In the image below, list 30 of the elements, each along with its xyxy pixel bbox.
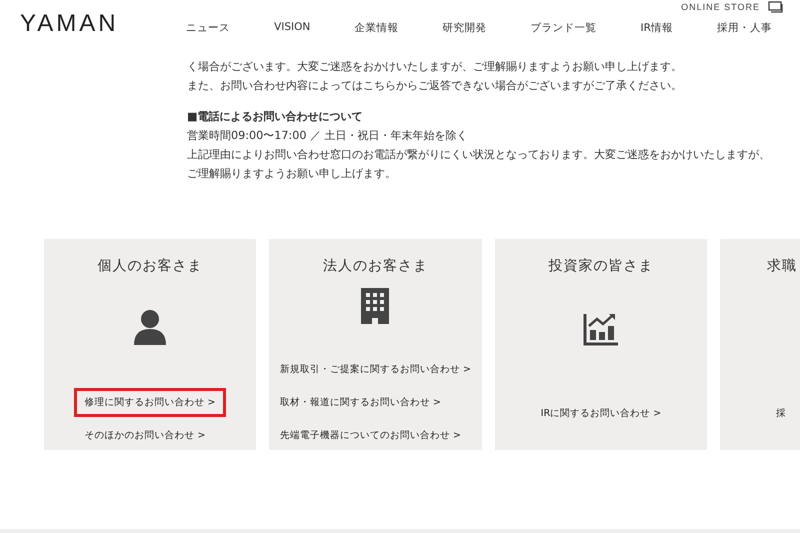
phone-info-text: 営業時間09:00〜17:00 ／ 土日・祝日・年末年始を除く bbox=[187, 128, 469, 144]
monitor-icon[interactable] bbox=[768, 1, 784, 13]
chart-icon bbox=[582, 312, 619, 346]
nav-link[interactable]: VISION bbox=[274, 21, 310, 35]
logo[interactable]: YAMAN bbox=[20, 10, 186, 38]
card-title: 法人のお客さま bbox=[322, 257, 428, 276]
notice-text: また、お問い合わせ内容によってはこちらからご返答できない場合がございますがご了承ください。 bbox=[187, 78, 683, 94]
card-title: 求職 bbox=[766, 257, 797, 276]
contact-link[interactable]: 新規取引・ご提案に関するお問い合わせ > bbox=[269, 355, 482, 384]
nav-link[interactable]: IR情報 bbox=[640, 21, 673, 35]
card-title: 投資家の皆さま bbox=[548, 257, 654, 276]
phone-info-text: 上記理由によりお問い合わせ窓口のお電話が繋がりにくい状況となっております。大変ご迷惑をおかけいたしますが、 bbox=[187, 147, 771, 163]
card-title: 個人のお客さま bbox=[98, 257, 202, 276]
nav-link[interactable]: 採用・人事 bbox=[716, 21, 772, 35]
nav-link[interactable]: 企業情報 bbox=[354, 21, 398, 35]
nav-link[interactable]: 研究開発 bbox=[442, 21, 486, 35]
contact-link[interactable]: IRに関するお問い合わせ > bbox=[530, 399, 672, 428]
building-icon bbox=[361, 288, 390, 324]
person-icon bbox=[133, 309, 167, 346]
nav-link[interactable]: ニュース bbox=[186, 21, 230, 35]
contact-link[interactable]: 修理に関するお問い合わせ > bbox=[74, 388, 226, 417]
section-heading: ■電話によるお問い合わせについて bbox=[187, 109, 364, 125]
contact-link[interactable]: 取材・報道に関するお問い合わせ > bbox=[269, 388, 452, 417]
notice-text: く場合がございます。大変ご迷惑をおかけいたしますが、ご理解賜りますようお願い申し上げます。 bbox=[187, 59, 683, 75]
contact-link[interactable]: 採 bbox=[764, 399, 797, 428]
phone-info-text: ご理解賜りますようお願い申し上げます。 bbox=[187, 166, 397, 182]
nav-link[interactable]: ブランド一覧 bbox=[530, 21, 596, 35]
online-store-link[interactable]: ONLINE STORE bbox=[681, 2, 760, 12]
contact-link[interactable]: 先端電子機器についてのお問い合わせ > bbox=[269, 421, 472, 450]
contact-link[interactable]: そのほかのお問い合わせ > bbox=[74, 421, 216, 450]
